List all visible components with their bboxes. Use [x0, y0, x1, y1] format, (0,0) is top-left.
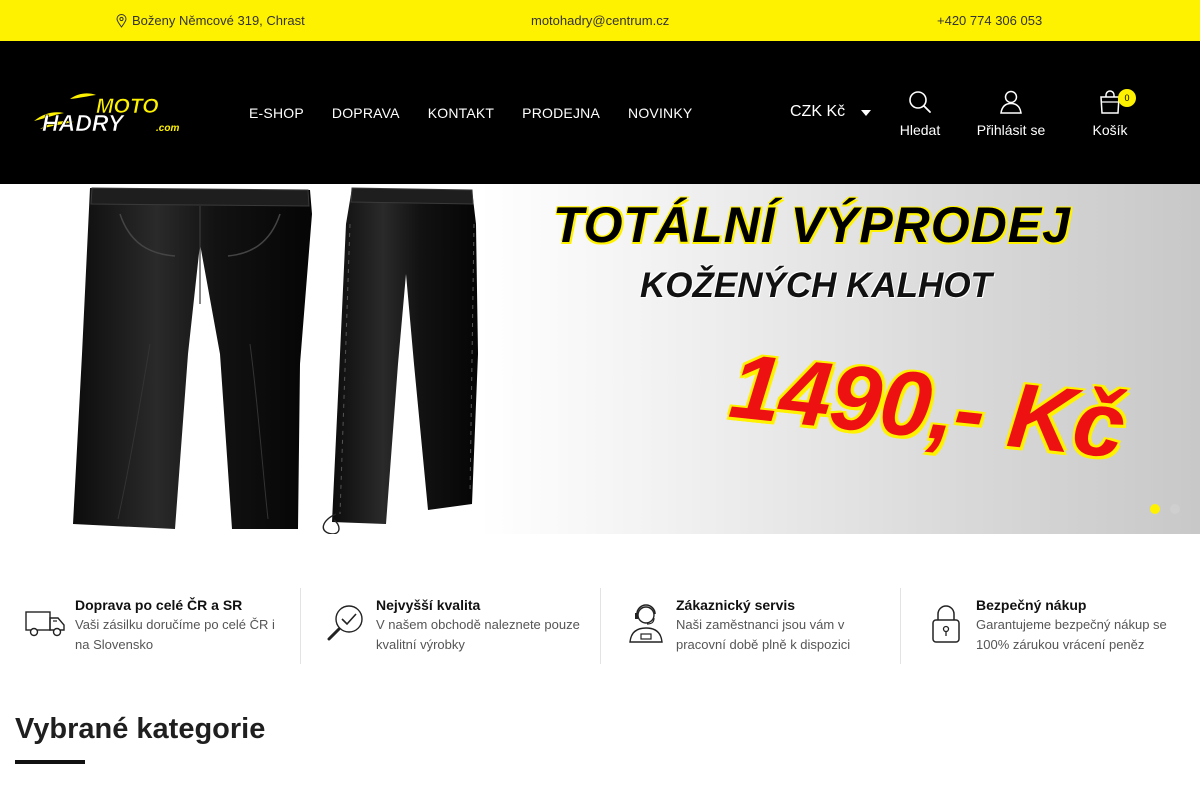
- user-icon: [1000, 90, 1022, 114]
- nav-item-doprava[interactable]: DOPRAVA: [332, 105, 400, 121]
- login-label: Přihlásit se: [976, 122, 1046, 138]
- nav-item-novinky[interactable]: NOVINKY: [628, 105, 692, 121]
- search-icon: [909, 91, 931, 113]
- leather-pants-image: [73, 187, 478, 534]
- svg-text:HADRY: HADRY: [42, 110, 126, 135]
- quality-magnifier-icon: [327, 605, 363, 641]
- site-header: MOTO HADRY .com E-SHOP DOPRAVA KONTAKT P…: [0, 41, 1200, 184]
- phone-link[interactable]: +420 774 306 053: [937, 13, 1042, 28]
- main-nav: E-SHOP DOPRAVA KONTAKT PRODEJNA NOVINKY: [249, 105, 692, 121]
- cart-count-badge: 0: [1118, 89, 1136, 107]
- feature-shipping: Doprava po celé ČR a SR Vaši zásilku dor…: [0, 588, 300, 664]
- search-label: Hledat: [899, 122, 941, 138]
- slider-dots: [1150, 504, 1180, 514]
- feature-desc: V našem obchodě naleznete pouze kvalitní…: [376, 617, 580, 652]
- banner-subline: KOŽENÝCH KALHOT: [640, 266, 992, 305]
- svg-text:.com: .com: [156, 123, 179, 134]
- caret-down-icon: [861, 110, 872, 116]
- feature-title: Bezpečný nákup: [976, 597, 1087, 613]
- nav-item-eshop[interactable]: E-SHOP: [249, 105, 304, 121]
- banner-headline: TOTÁLNÍ VÝPRODEJ: [553, 197, 1071, 253]
- feature-secure-purchase: Bezpečný nákup Garantujeme bezpečný náku…: [900, 588, 1200, 664]
- feature-desc: Garantujeme bezpečný nákup se 100% záruk…: [976, 617, 1167, 652]
- map-pin-icon: [116, 13, 127, 28]
- truck-icon: [25, 611, 65, 637]
- login-button[interactable]: Přihlásit se: [974, 89, 1048, 138]
- feature-desc: Naši zaměstnanci jsou vám v pracovní dob…: [676, 617, 851, 652]
- feature-title: Nejvyšší kvalita: [376, 597, 481, 613]
- nav-item-prodejna[interactable]: PRODEJNA: [522, 105, 600, 121]
- store-address: Boženy Němcové 319, Chrast: [116, 13, 305, 28]
- slider-dot-2[interactable]: [1170, 504, 1180, 514]
- email-link[interactable]: motohadry@centrum.cz: [531, 13, 669, 28]
- slider-dot-1[interactable]: [1150, 504, 1160, 514]
- cart-button[interactable]: Košík 0: [1088, 89, 1136, 138]
- support-agent-icon: [629, 604, 663, 643]
- feature-title: Zákaznický servis: [676, 597, 796, 613]
- nav-item-kontakt[interactable]: KONTAKT: [428, 105, 494, 121]
- feature-title: Doprava po celé ČR a SR: [75, 597, 243, 613]
- padlock-icon: [932, 605, 960, 643]
- currency-label: CZK Kč: [790, 103, 846, 120]
- banner-price: 1490,- Kč: [725, 334, 1129, 478]
- search-button[interactable]: Hledat: [898, 89, 942, 138]
- hero-banner-slider[interactable]: TOTÁLNÍ VÝPRODEJ KOŽENÝCH KALHOT 1490,- …: [0, 184, 1200, 534]
- feature-customer-service: Zákaznický servis Naši zaměstnanci jsou …: [600, 588, 900, 664]
- features-strip: Doprava po celé ČR a SR Vaši zásilku dor…: [0, 588, 1200, 664]
- feature-desc: Vaši zásilku doručíme po celé ČR i na Sl…: [75, 617, 275, 652]
- section-title-categories: Vybrané kategorie: [15, 713, 266, 745]
- address-text: Boženy Němcové 319, Chrast: [132, 13, 305, 28]
- top-info-bar: Boženy Němcové 319, Chrast motohadry@cen…: [0, 0, 1200, 41]
- feature-quality: Nejvyšší kvalita V našem obchodě nalezne…: [300, 588, 600, 664]
- currency-selector[interactable]: CZK Kč: [790, 103, 872, 121]
- section-title-underline: [15, 760, 85, 764]
- motohadry-logo[interactable]: MOTO HADRY .com: [30, 91, 190, 135]
- cart-label: Košík: [1092, 122, 1128, 138]
